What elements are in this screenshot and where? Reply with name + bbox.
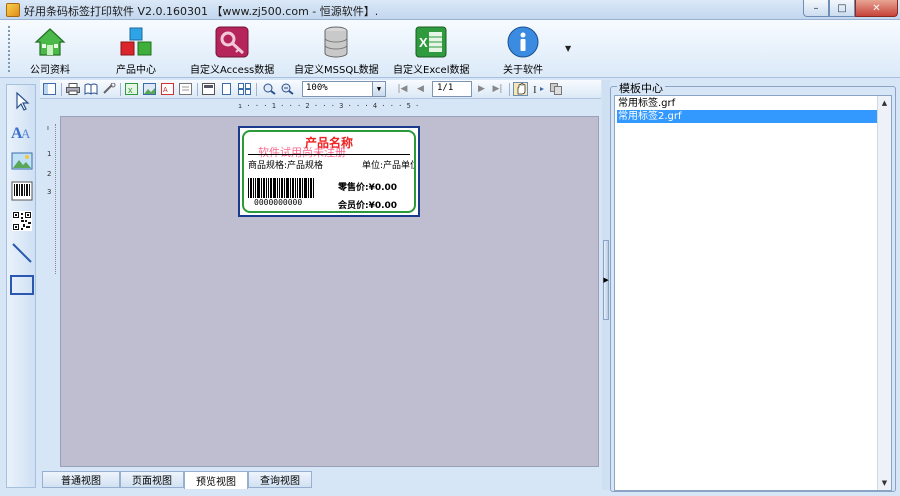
- editor-toolbar: x A 100% ▼ |◀ ◀ 1/1 ▶ ▶| I: [40, 80, 601, 99]
- svg-text:A: A: [21, 126, 31, 141]
- line-tool-icon[interactable]: [10, 241, 34, 265]
- database-icon: [317, 24, 355, 60]
- scroll-up-icon[interactable]: ▲: [878, 96, 891, 110]
- company-info-button[interactable]: 公司资料: [30, 24, 70, 76]
- layout-icon[interactable]: [42, 82, 57, 96]
- product-spec-field: 商品规格:产品规格: [248, 161, 324, 171]
- vertical-ruler: ı 1 2 3: [46, 124, 56, 274]
- label-editor-panel: x A 100% ▼ |◀ ◀ 1/1 ▶ ▶| I ı · · · 1 · ·…: [40, 80, 601, 490]
- barcode-graphic: [248, 178, 332, 198]
- window-controls: – □ ✕: [803, 0, 898, 18]
- svg-text:I: I: [533, 84, 537, 95]
- rectangle-tool-icon[interactable]: [10, 273, 34, 297]
- access-key-icon: [213, 24, 251, 60]
- list-item[interactable]: 常用标签2.grf: [617, 110, 877, 123]
- app-icon: [6, 3, 20, 17]
- export-file-icon[interactable]: [178, 82, 193, 96]
- export-excel-icon[interactable]: x: [124, 82, 139, 96]
- house-icon: [31, 24, 69, 60]
- export-pdf-icon[interactable]: A: [160, 82, 175, 96]
- pointer-tool-icon[interactable]: [10, 89, 34, 113]
- copy-icon[interactable]: [549, 82, 564, 96]
- close-button[interactable]: ✕: [855, 0, 898, 17]
- label-preview[interactable]: 产品名称 软件试用尚未注册 商品规格:产品规格 单位:产品单位 00000000…: [238, 126, 420, 217]
- list-item[interactable]: 常用标签.grf: [617, 97, 877, 110]
- tab-query-view[interactable]: 查询视图: [248, 471, 312, 488]
- title-bar: 好用条码标签打印软件 V2.0.160301 【www.zj500.com - …: [0, 0, 900, 20]
- svg-text:x: x: [128, 85, 133, 95]
- next-page-icon[interactable]: ▶: [474, 82, 489, 96]
- template-list-scrollbar[interactable]: ▲ ▼: [877, 96, 891, 490]
- custom-access-data-button[interactable]: 自定义Access数据: [190, 24, 274, 76]
- tools-icon[interactable]: [101, 82, 116, 96]
- single-page-icon[interactable]: [219, 82, 234, 96]
- custom-mssql-data-button[interactable]: 自定义MSSQL数据: [294, 24, 379, 76]
- book-icon[interactable]: [83, 82, 98, 96]
- maximize-button[interactable]: □: [829, 0, 855, 17]
- view-tabs: 普通视图 页面视图 预览视图 查询视图: [40, 471, 601, 490]
- tab-normal-view[interactable]: 普通视图: [42, 471, 120, 488]
- template-center-panel: 模板中心 常用标签.grf 常用标签2.grf ▲ ▼: [610, 80, 896, 492]
- toolbar-separator: [197, 83, 198, 96]
- print-icon[interactable]: [65, 82, 80, 96]
- zoom-select[interactable]: 100% ▼: [302, 81, 386, 97]
- toolbar-grip[interactable]: [8, 26, 11, 72]
- page-number-input[interactable]: 1/1: [432, 81, 472, 97]
- page-setup-icon[interactable]: [201, 82, 216, 96]
- product-center-button[interactable]: 产品中心: [116, 24, 156, 76]
- toolbar-overflow-icon[interactable]: ▼: [565, 44, 571, 53]
- svg-text:A: A: [163, 87, 168, 94]
- tab-preview-view[interactable]: 预览视图: [184, 471, 248, 489]
- toolbar-separator: [120, 83, 121, 96]
- tab-page-view[interactable]: 页面视图: [120, 471, 184, 488]
- excel-icon: X: [412, 24, 450, 60]
- template-list[interactable]: 常用标签.grf 常用标签2.grf ▲ ▼: [614, 95, 892, 491]
- hand-tool-icon[interactable]: [513, 82, 528, 96]
- text-cursor-icon[interactable]: I: [531, 82, 546, 96]
- image-tool-icon[interactable]: [10, 149, 34, 173]
- first-page-icon[interactable]: |◀: [395, 82, 410, 96]
- retail-price-field: 零售价:¥0.00: [338, 183, 398, 193]
- last-page-icon[interactable]: ▶|: [490, 82, 505, 96]
- info-icon: [504, 24, 542, 60]
- zoom-out-icon[interactable]: [280, 82, 295, 96]
- scroll-down-icon[interactable]: ▼: [878, 476, 891, 490]
- text-tool-icon[interactable]: AA: [10, 119, 34, 143]
- about-software-button[interactable]: 关于软件: [503, 24, 543, 76]
- product-unit-field: 单位:产品单位: [362, 161, 416, 171]
- custom-excel-data-button[interactable]: X 自定义Excel数据: [393, 24, 470, 76]
- svg-text:X: X: [419, 35, 428, 50]
- toolbar-separator: [61, 83, 62, 96]
- collapse-arrow-icon[interactable]: ▶: [603, 240, 609, 320]
- design-toolbox: AA: [6, 84, 36, 488]
- zoom-in-icon[interactable]: [262, 82, 277, 96]
- prev-page-icon[interactable]: ◀: [413, 82, 428, 96]
- main-toolbar: 公司资料 产品中心 自定义Access数据 自定义MSSQL数据 X 自定义Ex…: [0, 20, 900, 78]
- chevron-down-icon[interactable]: ▼: [372, 82, 385, 96]
- template-panel-title: 模板中心: [617, 80, 665, 96]
- toolbar-separator: [256, 83, 257, 96]
- label-frame: 产品名称 软件试用尚未注册 商品规格:产品规格 单位:产品单位 00000000…: [242, 130, 416, 213]
- toolbar-separator: [509, 83, 510, 96]
- window-title: 好用条码标签打印软件 V2.0.160301 【www.zj500.com - …: [24, 5, 379, 18]
- barcode-tool-icon[interactable]: [10, 179, 34, 203]
- multi-page-icon[interactable]: [237, 82, 252, 96]
- panel-splitter[interactable]: ▶: [602, 80, 610, 490]
- export-image-icon[interactable]: [142, 82, 157, 96]
- minimize-button[interactable]: –: [803, 0, 829, 17]
- horizontal-ruler: ı · · · 1 · · · 2 · · · 3 · · · 4 · · · …: [238, 102, 420, 110]
- label-divider: [248, 154, 410, 155]
- template-group: 模板中心 常用标签.grf 常用标签2.grf ▲ ▼: [610, 80, 896, 492]
- cubes-icon: [117, 24, 155, 60]
- qrcode-tool-icon[interactable]: [10, 209, 34, 233]
- barcode-number: 0000000000: [254, 198, 303, 207]
- member-price-field: 会员价:¥0.00: [338, 201, 398, 211]
